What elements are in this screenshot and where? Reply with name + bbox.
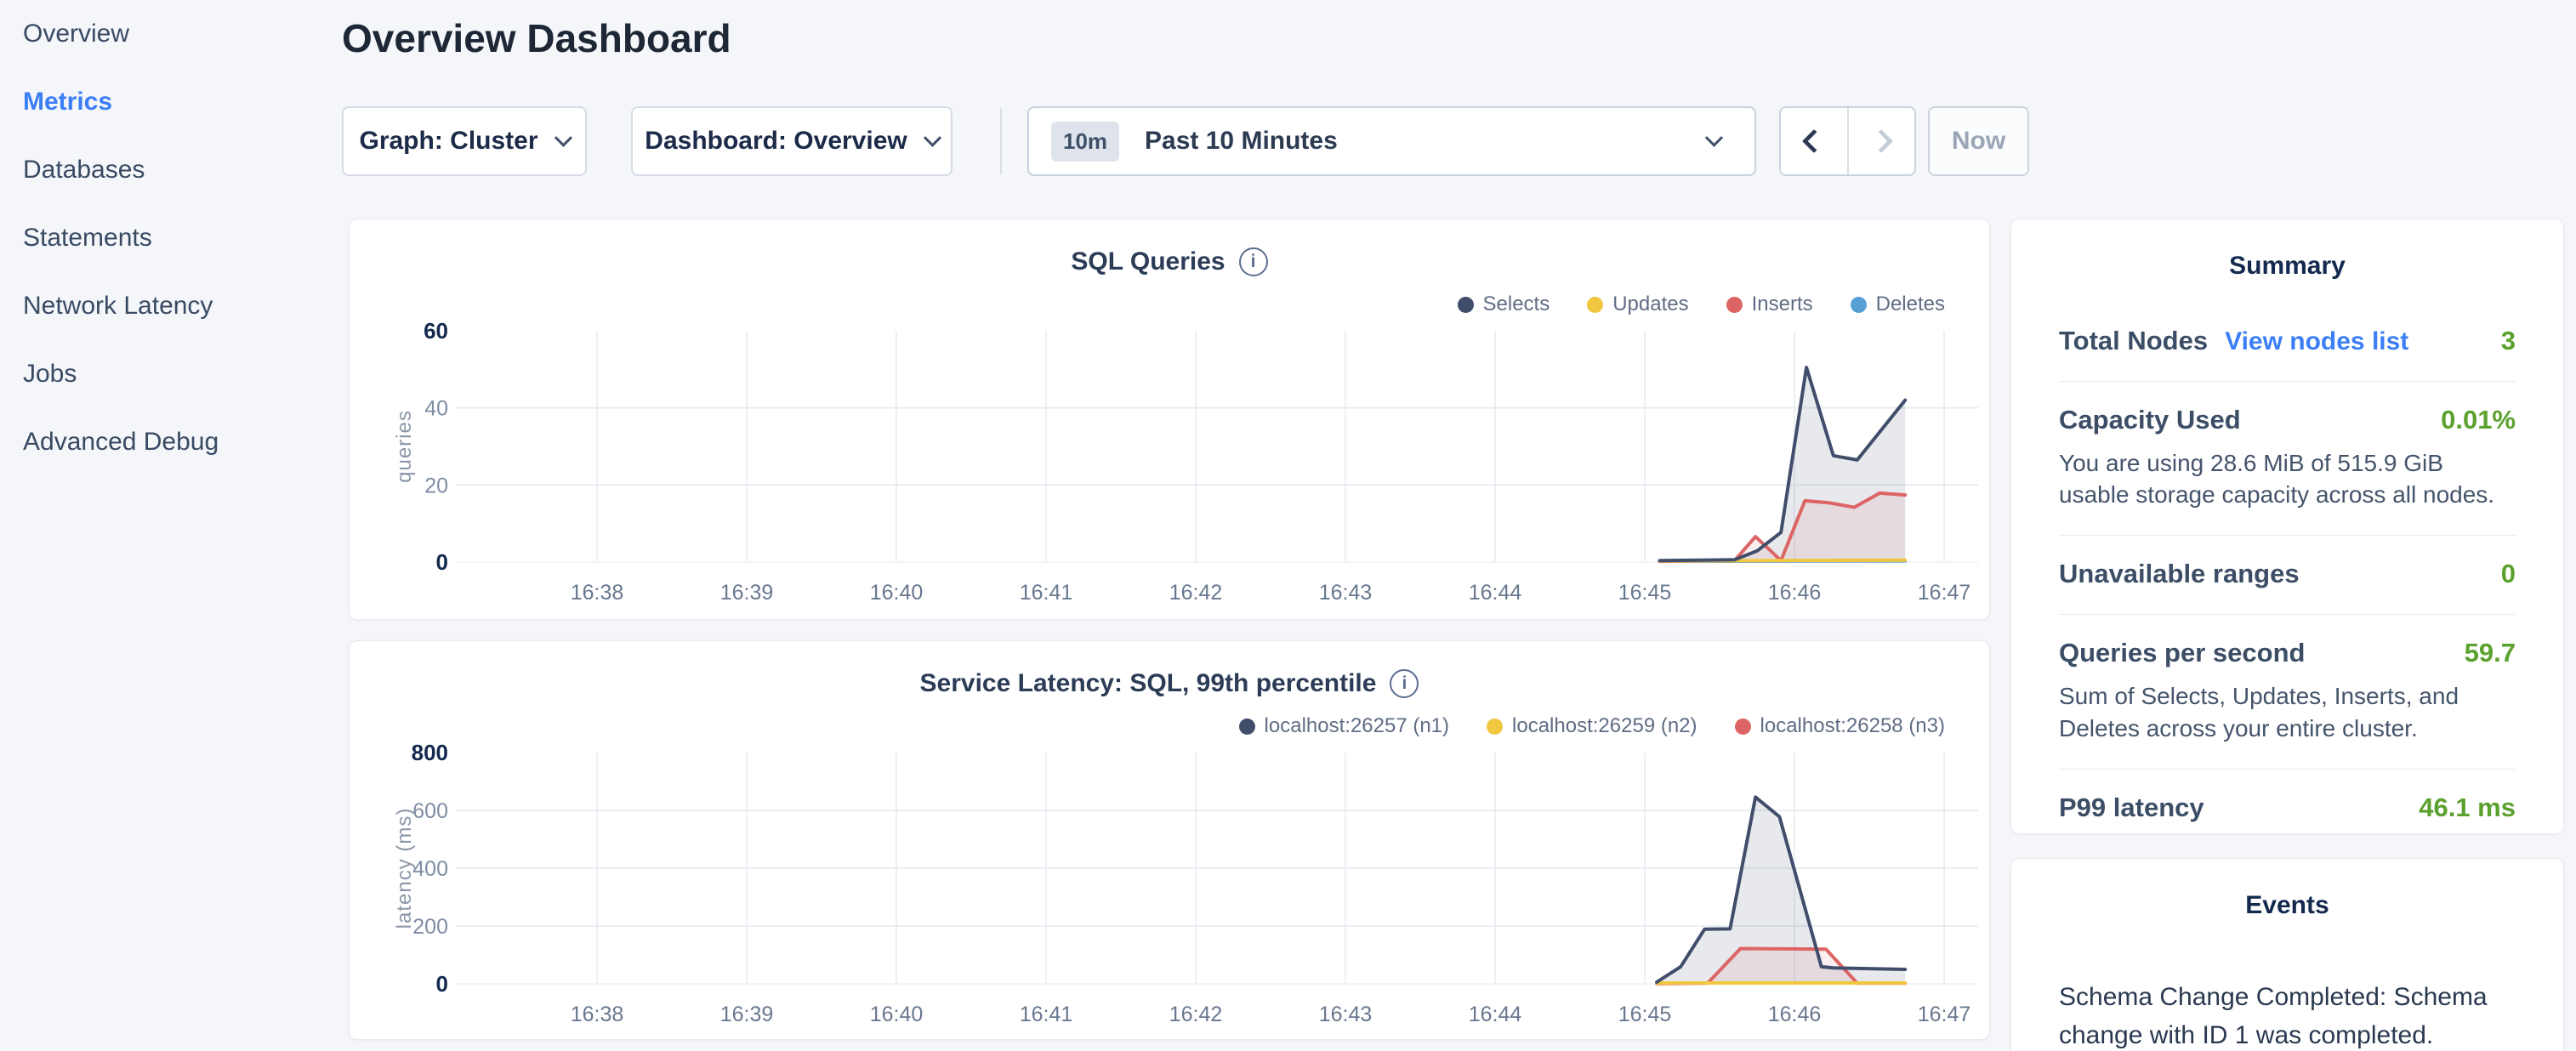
dashboard-dropdown-label: Dashboard: Overview (645, 127, 907, 156)
sidebar-item-statements[interactable]: Statements (0, 204, 340, 272)
summary-value: 46.1 ms (2419, 793, 2516, 823)
summary-description: Sum of Selects, Updates, Inserts, and De… (2059, 680, 2516, 743)
chevron-down-icon (554, 128, 571, 146)
x-tick-label: 16:44 (1469, 581, 1522, 605)
graph-dropdown[interactable]: Graph: Cluster (342, 106, 587, 176)
y-tick-label: 0 (436, 549, 448, 575)
chevron-right-icon (1869, 129, 1893, 153)
time-range-badge: 10m (1051, 122, 1119, 162)
summary-value: 3 (2501, 326, 2516, 356)
now-button[interactable]: Now (1928, 106, 2029, 176)
controls-divider (1000, 108, 1002, 174)
time-range-selector[interactable]: 10m Past 10 Minutes (1027, 106, 1756, 176)
time-range-label: Past 10 Minutes (1145, 127, 1338, 156)
x-tick-label: 16:46 (1768, 1003, 1822, 1026)
x-tick-label: 16:47 (1918, 581, 1971, 605)
view-nodes-list-link[interactable]: View nodes list (2225, 327, 2408, 356)
summary-label: Queries per second (2059, 638, 2305, 668)
summary-row-total-nodes: Total Nodes View nodes list 3 (2059, 303, 2516, 382)
summary-value: 0.01% (2441, 405, 2516, 435)
summary-description: You are using 28.6 MiB of 515.9 GiB usab… (2059, 447, 2516, 510)
x-tick-label: 16:42 (1169, 1003, 1223, 1026)
x-tick-label: 16:40 (870, 1003, 924, 1026)
summary-label: P99 latency (2059, 793, 2204, 823)
summary-value: 59.7 (2465, 638, 2516, 668)
summary-row-capacity-used: Capacity Used 0.01% You are using 28.6 M… (2059, 382, 2516, 536)
time-pager (1779, 106, 1916, 176)
summary-label: Unavailable ranges (2059, 559, 2300, 589)
summary-panel: Summary Total Nodes View nodes list 3 Ca… (2010, 219, 2564, 834)
y-tick-label: 600 (412, 799, 448, 823)
x-tick-label: 16:40 (870, 581, 924, 605)
graph-dropdown-label: Graph: Cluster (359, 127, 537, 156)
sidebar-nav: Overview Metrics Databases Statements Ne… (0, 0, 340, 476)
y-tick-label: 0 (436, 971, 448, 997)
x-tick-label: 16:44 (1469, 1003, 1522, 1026)
x-tick-label: 16:45 (1618, 1003, 1672, 1026)
x-tick-label: 16:39 (720, 1003, 774, 1026)
x-tick-label: 16:42 (1169, 581, 1223, 605)
events-panel: Events Schema Change Completed: Schema c… (2010, 858, 2564, 1051)
sidebar-item-network-latency[interactable]: Network Latency (0, 272, 340, 340)
x-tick-label: 16:43 (1319, 1003, 1373, 1026)
y-tick-label: 400 (412, 857, 448, 881)
event-text: Schema Change Completed: Schema change w… (2059, 978, 2516, 1051)
app-root: Overview Metrics Databases Statements Ne… (0, 0, 2576, 1051)
sql-queries-chart-canvas: 16:38 16:39 16:40 16:41 16:42 16:43 16:44 16:45… (350, 219, 1991, 621)
time-forward-button[interactable] (1847, 108, 1915, 174)
x-tick-label: 16:39 (720, 581, 774, 605)
x-tick-label: 16:46 (1768, 581, 1822, 605)
chevron-left-icon (1802, 129, 1826, 153)
summary-label: Total Nodes (2059, 326, 2208, 356)
x-tick-label: 16:41 (1020, 1003, 1073, 1026)
x-tick-label: 16:38 (571, 581, 624, 605)
y-tick-label: 60 (424, 318, 448, 344)
events-title: Events (2011, 891, 2563, 920)
x-tick-label: 16:47 (1918, 1003, 1971, 1026)
sidebar-item-jobs[interactable]: Jobs (0, 340, 340, 408)
sql-queries-chart-card: SQL Queries i SelectsUpdatesInsertsDelet… (349, 219, 1990, 620)
y-axis-title: latency (ms) (393, 808, 416, 929)
service-latency-chart-canvas: 16:38 16:39 16:40 16:41 16:42 16:43 16:44 16:45… (350, 641, 1991, 1041)
x-tick-label: 16:41 (1020, 581, 1073, 605)
dashboard-dropdown[interactable]: Dashboard: Overview (631, 106, 952, 176)
summary-title: Summary (2011, 252, 2563, 281)
y-tick-label: 20 (424, 474, 448, 497)
x-tick-label: 16:45 (1618, 581, 1672, 605)
time-back-button[interactable] (1781, 108, 1847, 174)
summary-row-p99-latency: P99 latency 46.1 ms (2059, 770, 2516, 848)
y-tick-label: 200 (412, 915, 448, 939)
sidebar-item-advanced-debug[interactable]: Advanced Debug (0, 408, 340, 476)
page-title: Overview Dashboard (342, 15, 731, 61)
y-axis-title: queries (393, 410, 416, 483)
sidebar-item-databases[interactable]: Databases (0, 136, 340, 204)
sidebar-item-overview[interactable]: Overview (0, 0, 340, 68)
chevron-down-icon (924, 128, 941, 146)
summary-row-queries-per-second: Queries per second 59.7 Sum of Selects, … (2059, 615, 2516, 769)
service-latency-chart-card: Service Latency: SQL, 99th percentile i … (349, 640, 1990, 1040)
y-tick-label: 800 (412, 740, 448, 765)
summary-row-unavailable-ranges: Unavailable ranges 0 (2059, 536, 2516, 615)
x-tick-label: 16:43 (1319, 581, 1373, 605)
x-tick-label: 16:38 (571, 1003, 624, 1026)
y-tick-label: 40 (424, 397, 448, 421)
sidebar-item-metrics[interactable]: Metrics (0, 68, 340, 136)
chevron-down-icon (1705, 128, 1723, 146)
event-list-item: Schema Change Completed: Schema change w… (2059, 978, 2516, 1051)
summary-label: Capacity Used (2059, 405, 2241, 435)
summary-value: 0 (2501, 559, 2516, 589)
